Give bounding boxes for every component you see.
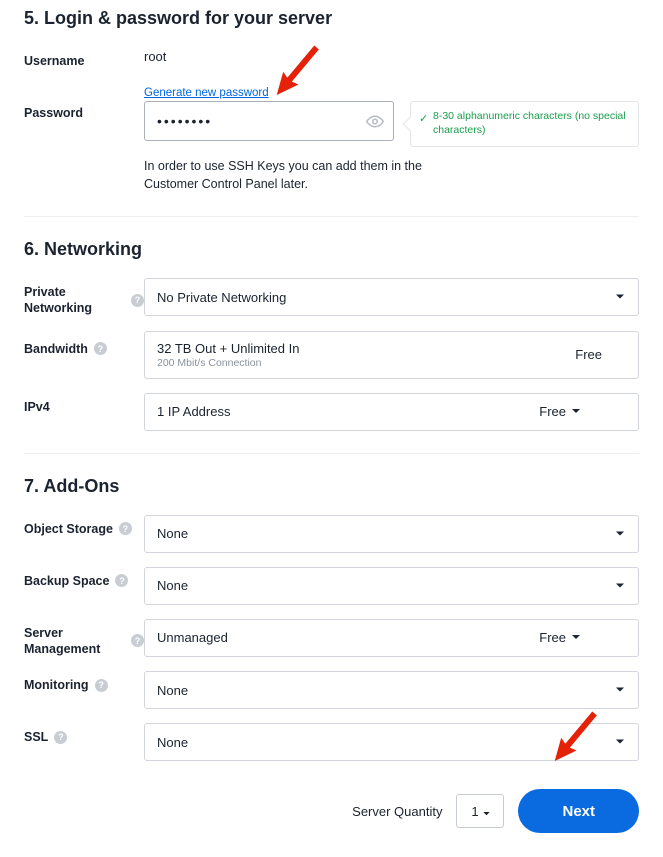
private-networking-label: Private Networking xyxy=(24,284,125,317)
password-validation-box: ✓ 8-30 alphanumeric characters (no speci… xyxy=(410,101,639,146)
chevron-down-icon xyxy=(616,531,624,536)
server-quantity-value: 1 xyxy=(471,804,478,819)
ssl-label: SSL xyxy=(24,729,48,745)
password-validation-text: 8-30 alphanumeric characters (no special… xyxy=(433,110,628,137)
server-management-price: Free xyxy=(539,630,566,645)
bandwidth-sub: 200 Mbit/s Connection xyxy=(157,357,299,369)
generate-password-link[interactable]: Generate new password xyxy=(144,87,269,99)
help-icon[interactable]: ? xyxy=(94,342,107,355)
bandwidth-label: Bandwidth xyxy=(24,341,88,357)
bandwidth-value: 32 TB Out + Unlimited In xyxy=(157,341,299,356)
backup-space-select[interactable]: None xyxy=(144,567,639,605)
divider xyxy=(24,216,639,217)
password-label: Password xyxy=(24,105,83,121)
eye-icon[interactable] xyxy=(366,112,384,135)
ssh-note: In order to use SSH Keys you can add the… xyxy=(144,157,424,195)
chevron-down-icon xyxy=(616,583,624,588)
help-icon[interactable]: ? xyxy=(115,574,128,587)
chevron-down-icon xyxy=(483,804,490,819)
ipv4-price: Free xyxy=(539,404,566,419)
ipv4-label: IPv4 xyxy=(24,399,50,415)
help-icon[interactable]: ? xyxy=(119,522,132,535)
private-networking-value: No Private Networking xyxy=(157,290,286,305)
section-5-title: 5. Login & password for your server xyxy=(24,8,639,29)
username-label: Username xyxy=(24,53,84,69)
server-management-price-wrap: Free xyxy=(539,630,580,645)
bandwidth-display: 32 TB Out + Unlimited In 200 Mbit/s Conn… xyxy=(144,331,639,379)
ipv4-select[interactable]: 1 IP Address Free xyxy=(144,393,639,431)
next-button[interactable]: Next xyxy=(518,789,639,833)
private-networking-select[interactable]: No Private Networking xyxy=(144,278,639,316)
object-storage-label: Object Storage xyxy=(24,521,113,537)
server-quantity-label: Server Quantity xyxy=(352,804,442,819)
server-management-label: Server Management xyxy=(24,625,125,658)
password-input[interactable] xyxy=(144,101,394,141)
monitoring-label: Monitoring xyxy=(24,677,89,693)
section-6-title: 6. Networking xyxy=(24,239,639,260)
chevron-down-icon xyxy=(572,635,580,640)
monitoring-value: None xyxy=(157,683,188,698)
backup-space-value: None xyxy=(157,578,188,593)
ssl-value: None xyxy=(157,735,188,750)
username-value: root xyxy=(144,47,639,64)
server-quantity-select[interactable]: 1 xyxy=(456,794,504,828)
check-icon: ✓ xyxy=(419,112,428,125)
ssl-select[interactable]: None xyxy=(144,723,639,761)
chevron-down-icon xyxy=(616,740,624,745)
chevron-down-icon xyxy=(616,688,624,693)
server-management-value: Unmanaged xyxy=(157,630,228,645)
help-icon[interactable]: ? xyxy=(54,731,67,744)
object-storage-value: None xyxy=(157,526,188,541)
chevron-down-icon xyxy=(616,295,624,300)
server-management-select[interactable]: Unmanaged Free xyxy=(144,619,639,657)
help-icon[interactable]: ? xyxy=(131,634,144,647)
chevron-down-icon xyxy=(572,409,580,414)
divider xyxy=(24,453,639,454)
bandwidth-price: Free xyxy=(575,347,602,362)
ipv4-value: 1 IP Address xyxy=(157,404,230,419)
help-icon[interactable]: ? xyxy=(95,679,108,692)
monitoring-select[interactable]: None xyxy=(144,671,639,709)
username-row: Username root xyxy=(24,47,639,69)
section-7-title: 7. Add-Ons xyxy=(24,476,639,497)
ipv4-price-wrap: Free xyxy=(539,404,580,419)
object-storage-select[interactable]: None xyxy=(144,515,639,553)
backup-space-label: Backup Space xyxy=(24,573,109,589)
help-icon[interactable]: ? xyxy=(131,294,144,307)
